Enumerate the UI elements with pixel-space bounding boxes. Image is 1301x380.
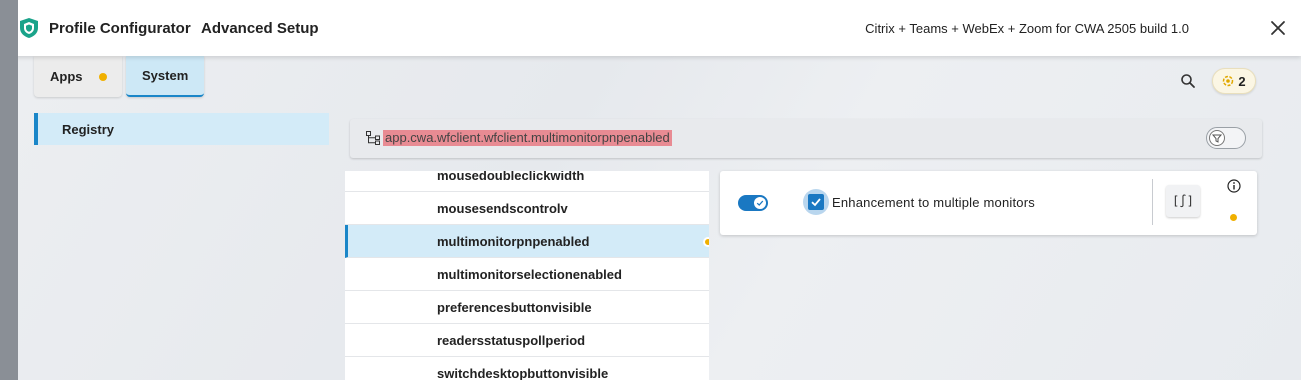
checkmark-icon (811, 198, 821, 207)
profile-name: Citrix + Teams + WebEx + Zoom for CWA 25… (865, 21, 1189, 36)
changes-icon (1223, 75, 1234, 87)
script-button[interactable]: [∫] (1166, 185, 1200, 217)
modified-indicator (703, 237, 709, 247)
list-item-selected[interactable]: multimonitorpnpenabled (345, 225, 709, 258)
enable-toggle[interactable] (738, 195, 768, 211)
search-icon[interactable] (1180, 73, 1196, 89)
setting-detail-card: Enhancement to multiple monitors [∫] (720, 171, 1257, 235)
title-bar: Profile Configurator Advanced Setup Citr… (18, 0, 1301, 56)
list-item[interactable]: mousedoubleclickwidth (345, 171, 709, 192)
list-item-label: readersstatuspollperiod (437, 332, 586, 348)
list-item-label: mousedoubleclickwidth (437, 171, 585, 183)
filter-toggle[interactable] (1206, 127, 1246, 149)
list-item-label: preferencesbuttonvisible (437, 299, 592, 315)
tab-system-label: System (142, 68, 189, 83)
filter-knob (1209, 130, 1225, 146)
list-item[interactable]: preferencesbuttonvisible (345, 291, 709, 324)
list-item[interactable]: switchdesktopbuttonvisible (345, 357, 709, 380)
changes-count: 2 (1238, 73, 1246, 89)
app-title: Profile Configurator (49, 20, 191, 37)
list-item[interactable]: mousesendscontrolv (345, 192, 709, 225)
path-bar: app.cwa.wfclient.wfclient.multimonitorpn… (350, 119, 1262, 158)
setting-checkbox[interactable] (803, 189, 829, 215)
settings-list: mousedoubleclickwidth mousesendscontrolv… (345, 171, 709, 380)
modified-indicator (98, 72, 107, 81)
tab-apps-label: Apps (50, 69, 83, 84)
background-edge (0, 0, 18, 380)
shield-logo-icon (20, 18, 38, 38)
list-item[interactable]: readersstatuspollperiod (345, 324, 709, 357)
sidebar-item-label: Registry (62, 121, 115, 137)
pending-changes-button[interactable]: 2 (1212, 68, 1256, 94)
section-title: Advanced Setup (201, 20, 319, 37)
modified-indicator (1230, 214, 1237, 221)
setting-path: app.cwa.wfclient.wfclient.multimonitorpn… (383, 130, 672, 146)
sidebar-item-registry[interactable]: Registry (34, 113, 329, 145)
list-item-label: switchdesktopbuttonvisible (437, 365, 609, 380)
checkbox-box (808, 194, 824, 210)
list-item-label: mousesendscontrolv (437, 200, 568, 216)
toggle-knob (754, 197, 766, 209)
divider (1152, 179, 1153, 225)
check-icon (756, 200, 764, 206)
tab-system[interactable]: System (126, 56, 204, 97)
setting-label: Enhancement to multiple monitors (832, 195, 1035, 210)
list-item[interactable]: multimonitorselectionenabled (345, 258, 709, 291)
close-icon[interactable] (1269, 19, 1287, 37)
list-item-label: multimonitorselectionenabled (437, 266, 622, 282)
configurator-window: Profile Configurator Advanced Setup Citr… (18, 0, 1301, 380)
tab-apps[interactable]: Apps (34, 56, 122, 97)
tree-icon (366, 131, 380, 145)
list-item-label: multimonitorpnpenabled (437, 233, 590, 249)
filter-icon (1211, 134, 1223, 143)
info-icon[interactable] (1227, 179, 1241, 193)
